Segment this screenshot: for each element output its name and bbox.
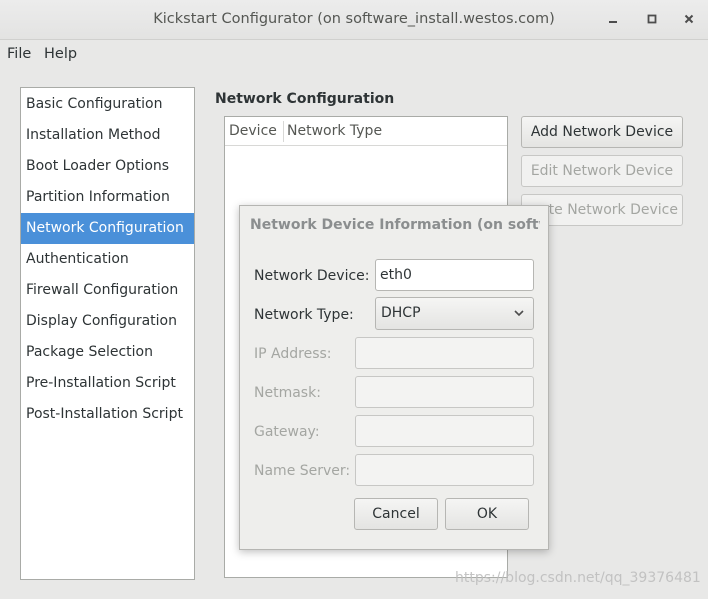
name-server-input	[355, 454, 534, 486]
sidebar: Basic Configuration Installation Method …	[20, 87, 195, 580]
section-title: Network Configuration	[215, 91, 395, 107]
gateway-label: Gateway:	[254, 424, 320, 440]
maximize-icon[interactable]	[641, 8, 663, 30]
chevron-down-icon	[514, 298, 524, 329]
table-header: Device Network Type	[225, 117, 507, 146]
gateway-input	[355, 415, 534, 447]
network-type-select[interactable]: DHCP	[375, 297, 534, 330]
close-icon[interactable]	[678, 8, 700, 30]
sidebar-item-package-selection[interactable]: Package Selection	[21, 337, 194, 368]
column-header-device[interactable]: Device	[225, 117, 277, 146]
sidebar-item-partition-information[interactable]: Partition Information	[21, 182, 194, 213]
sidebar-item-post-installation-script[interactable]: Post-Installation Script	[21, 399, 194, 430]
sidebar-item-display-configuration[interactable]: Display Configuration	[21, 306, 194, 337]
column-header-network-type[interactable]: Network Type	[283, 117, 382, 146]
sidebar-item-installation-method[interactable]: Installation Method	[21, 120, 194, 151]
edit-network-device-button[interactable]: Edit Network Device	[521, 155, 683, 187]
cancel-button[interactable]: Cancel	[354, 498, 438, 530]
name-server-label: Name Server:	[254, 463, 351, 479]
ip-address-input	[355, 337, 534, 369]
minimize-icon[interactable]	[602, 8, 624, 30]
netmask-input	[355, 376, 534, 408]
network-device-label: Network Device:	[254, 268, 370, 284]
menu-help[interactable]: Help	[44, 46, 77, 62]
dialog-title: Network Device Information (on softwar..…	[250, 217, 540, 233]
sidebar-item-authentication[interactable]: Authentication	[21, 244, 194, 275]
netmask-label: Netmask:	[254, 385, 321, 401]
add-network-device-button[interactable]: Add Network Device	[521, 116, 683, 148]
ok-button[interactable]: OK	[445, 498, 529, 530]
sidebar-item-boot-loader-options[interactable]: Boot Loader Options	[21, 151, 194, 182]
network-type-label: Network Type:	[254, 307, 354, 323]
watermark-text: https://blog.csdn.net/qq_39376481	[455, 570, 701, 586]
window-titlebar: Kickstart Configurator (on software_inst…	[0, 0, 708, 40]
menu-file[interactable]: File	[7, 46, 31, 62]
sidebar-item-network-configuration[interactable]: Network Configuration	[21, 213, 194, 244]
network-device-dialog: Network Device Information (on softwar..…	[239, 205, 549, 550]
menubar: File Help	[0, 40, 708, 70]
sidebar-item-basic-configuration[interactable]: Basic Configuration	[21, 89, 194, 120]
network-device-input[interactable]: eth0	[375, 259, 534, 291]
ip-address-label: IP Address:	[254, 346, 332, 362]
sidebar-item-firewall-configuration[interactable]: Firewall Configuration	[21, 275, 194, 306]
sidebar-item-pre-installation-script[interactable]: Pre-Installation Script	[21, 368, 194, 399]
network-type-value: DHCP	[381, 305, 421, 321]
